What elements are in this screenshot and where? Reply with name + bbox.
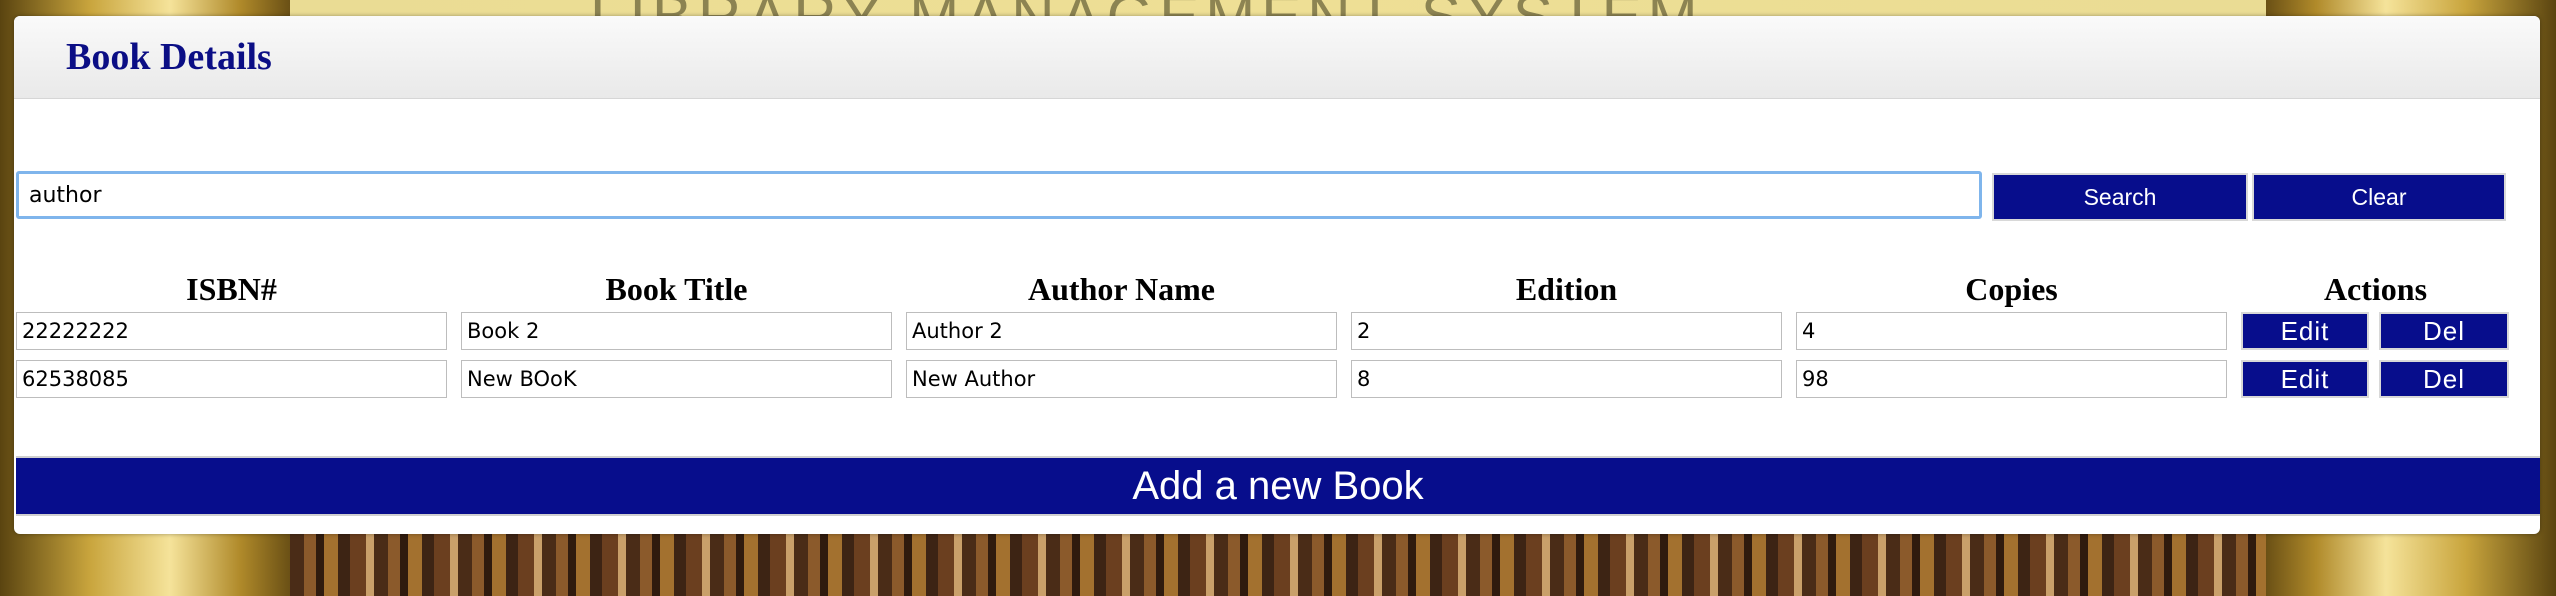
table-row: Edit Del	[16, 312, 2510, 360]
isbn-field[interactable]	[16, 360, 447, 398]
delete-button[interactable]: Del	[2379, 312, 2509, 350]
table-row: Edit Del	[16, 360, 2510, 408]
edition-field[interactable]	[1351, 312, 1782, 350]
books-table: ISBN# Book Title Author Name Edition Cop…	[14, 266, 2524, 408]
page-title: Book Details	[66, 36, 272, 78]
book-title-field[interactable]	[461, 312, 892, 350]
header-book-title: Book Title	[605, 270, 748, 307]
author-name-field[interactable]	[906, 312, 1337, 350]
add-new-book-button[interactable]: Add a new Book	[16, 456, 2540, 516]
table-header-row: ISBN# Book Title Author Name Edition Cop…	[16, 266, 2510, 312]
header-edition: Edition	[1515, 270, 1618, 307]
search-button[interactable]: Search	[1992, 173, 2248, 221]
delete-button[interactable]: Del	[2379, 360, 2509, 398]
header-actions: Actions	[2323, 270, 2428, 307]
row-actions: Edit Del	[2241, 360, 2510, 398]
search-row: Search Clear	[16, 171, 2540, 223]
search-input[interactable]	[16, 171, 1982, 219]
header-copies: Copies	[1965, 270, 2058, 307]
book-details-panel: Book Details Search Clear ISBN# Book Tit…	[14, 16, 2540, 534]
copies-field[interactable]	[1796, 360, 2227, 398]
row-actions: Edit Del	[2241, 312, 2510, 350]
clear-button[interactable]: Clear	[2252, 173, 2506, 221]
book-title-field[interactable]	[461, 360, 892, 398]
edit-button[interactable]: Edit	[2241, 360, 2369, 398]
copies-field[interactable]	[1796, 312, 2227, 350]
edit-button[interactable]: Edit	[2241, 312, 2369, 350]
author-name-field[interactable]	[906, 360, 1337, 398]
header-isbn: ISBN#	[186, 270, 277, 307]
header-author-name: Author Name	[1028, 270, 1215, 307]
isbn-field[interactable]	[16, 312, 447, 350]
edition-field[interactable]	[1351, 360, 1782, 398]
panel-header: Book Details	[14, 16, 2540, 99]
